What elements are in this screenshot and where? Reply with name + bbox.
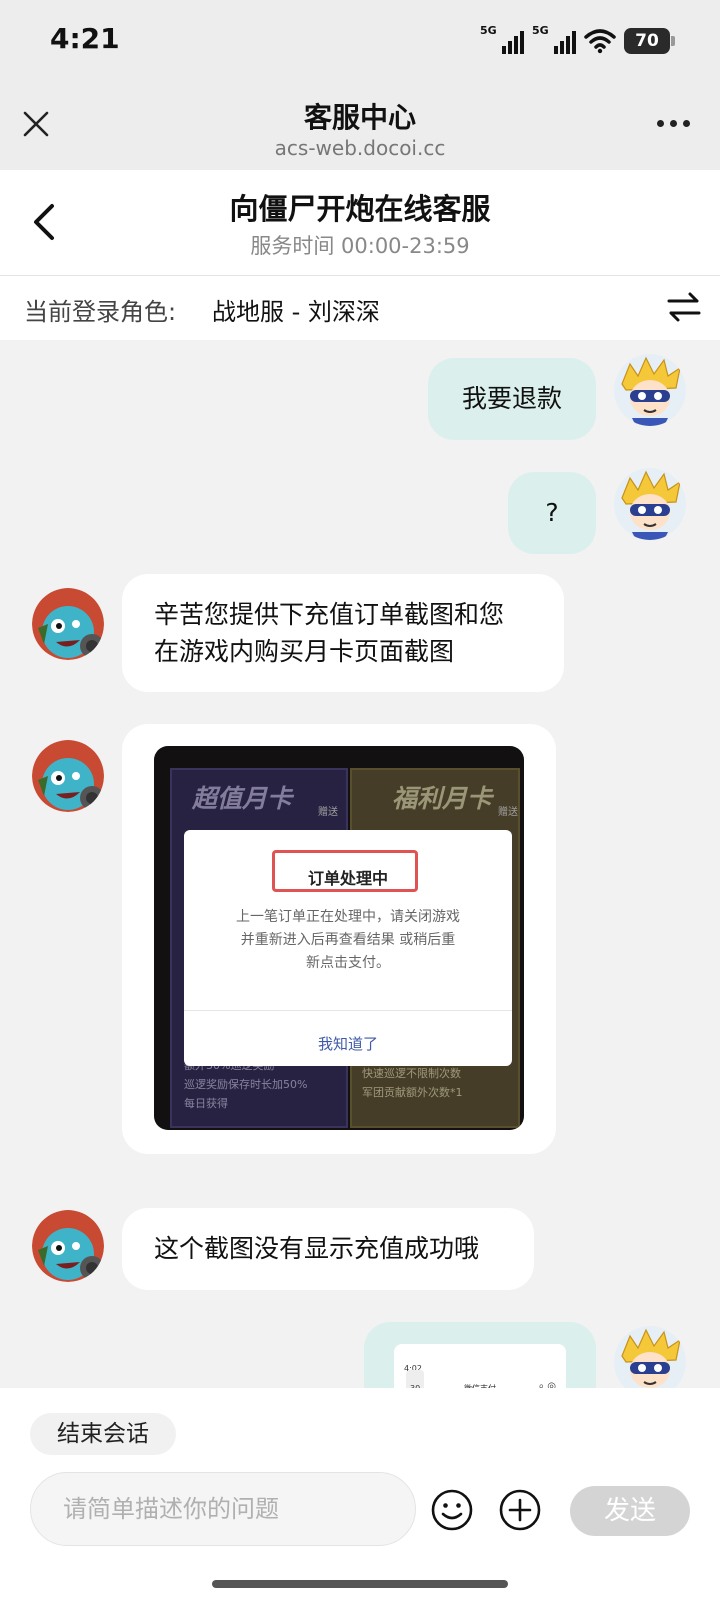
status-bar: 4:21 5G 5G 70: [0, 0, 720, 84]
end-session-button[interactable]: 结束会话: [30, 1413, 176, 1455]
dialog-divider: [184, 1010, 512, 1011]
chat-header: 向僵尸开炮在线客服 服务时间 00:00-23:59: [0, 170, 720, 276]
dialog-title: 订单处理中: [307, 869, 388, 888]
emoji-icon[interactable]: [430, 1488, 474, 1532]
user-avatar[interactable]: [614, 354, 686, 426]
more-options-icon[interactable]: [657, 120, 690, 127]
status-time: 4:21: [50, 22, 120, 55]
user-message-bubble[interactable]: 我要退款: [428, 358, 596, 440]
page-url: acs-web.docoi.cc: [274, 136, 446, 160]
signal-label: 5G: [480, 24, 497, 37]
battery-icon: 70: [624, 28, 675, 54]
dialog-body-line: 新点击支付。: [306, 955, 390, 971]
role-label: 当前登录角色:: [24, 298, 177, 326]
order-dialog: 订单处理中 上一笔订单正在处理中，请关闭游戏 并重新进入后再查看结果 或稍后重 …: [184, 830, 512, 1066]
page-title: 客服中心: [303, 101, 416, 134]
role-value: 战地服 - 刘深深: [212, 298, 380, 326]
message-input[interactable]: [30, 1472, 416, 1546]
agent-avatar[interactable]: [32, 740, 104, 812]
message-text-line: 辛苦您提供下充值订单截图和您: [154, 600, 505, 629]
dialog-body-line: 上一笔订单正在处理中，请关闭游戏: [236, 909, 460, 925]
agent-avatar[interactable]: [32, 1210, 104, 1282]
agent-image-bubble[interactable]: 超值月卡 未激活 福利月卡 未激活 赠送 赠送 额外30%巡逻奖励 巡逻奖励保存…: [122, 724, 556, 1154]
message-text: 这个截图没有显示充值成功哦: [154, 1234, 480, 1263]
payment-screenshot-image[interactable]: 4:02 30 微信支付 ⌕ ◎: [394, 1344, 566, 1388]
home-indicator[interactable]: [212, 1580, 508, 1588]
message-text-line: 在游戏内购买月卡页面截图: [154, 637, 455, 666]
role-bar: 当前登录角色: 战地服 - 刘深深: [0, 276, 720, 340]
chat-title: 向僵尸开炮在线客服: [229, 192, 491, 226]
add-attachment-icon[interactable]: [498, 1488, 542, 1532]
agent-avatar[interactable]: [32, 588, 104, 660]
signal-label-2: 5G: [532, 24, 549, 37]
send-button[interactable]: 发送: [570, 1486, 690, 1536]
browser-nav-bar: 客服中心 acs-web.docoi.cc: [0, 84, 720, 170]
service-hours: 服务时间 00:00-23:59: [250, 234, 470, 258]
user-avatar[interactable]: [614, 1326, 686, 1388]
user-avatar[interactable]: [614, 468, 686, 540]
message-text: ?: [545, 498, 559, 527]
cellular-signal-icon-2: 5G: [532, 24, 576, 56]
order-screenshot-image[interactable]: 超值月卡 未激活 福利月卡 未激活 赠送 赠送 额外30%巡逻奖励 巡逻奖励保存…: [154, 746, 524, 1130]
screenshot-header-icons: ⌕ ◎: [538, 1381, 556, 1388]
dialog-body-line: 并重新进入后再查看结果 或稍后重: [240, 932, 456, 948]
dialog-body: 上一笔订单正在处理中，请关闭游戏 并重新进入后再查看结果 或稍后重 新点击支付。: [184, 906, 512, 975]
status-icons: 5G 5G 70: [480, 24, 675, 58]
wifi-icon: [584, 29, 616, 54]
switch-role-icon[interactable]: [666, 290, 702, 324]
agent-message-bubble[interactable]: 这个截图没有显示充值成功哦: [122, 1208, 534, 1290]
agent-message-bubble[interactable]: 辛苦您提供下充值订单截图和您 在游戏内购买月卡页面截图: [122, 574, 564, 692]
user-message-bubble[interactable]: ?: [508, 472, 596, 554]
message-list[interactable]: 我要退款 ? 辛苦您提供下充值订单截图和您 在游戏内购买月卡页面截图 超值月卡 …: [0, 340, 720, 1388]
message-text: 我要退款: [461, 384, 562, 413]
bottom-bar: 结束会话 发送: [0, 1388, 720, 1602]
user-image-bubble[interactable]: 4:02 30 微信支付 ⌕ ◎: [364, 1322, 596, 1388]
dialog-confirm-button: 我知道了: [317, 1035, 378, 1053]
cellular-signal-icon: 5G: [480, 24, 524, 56]
